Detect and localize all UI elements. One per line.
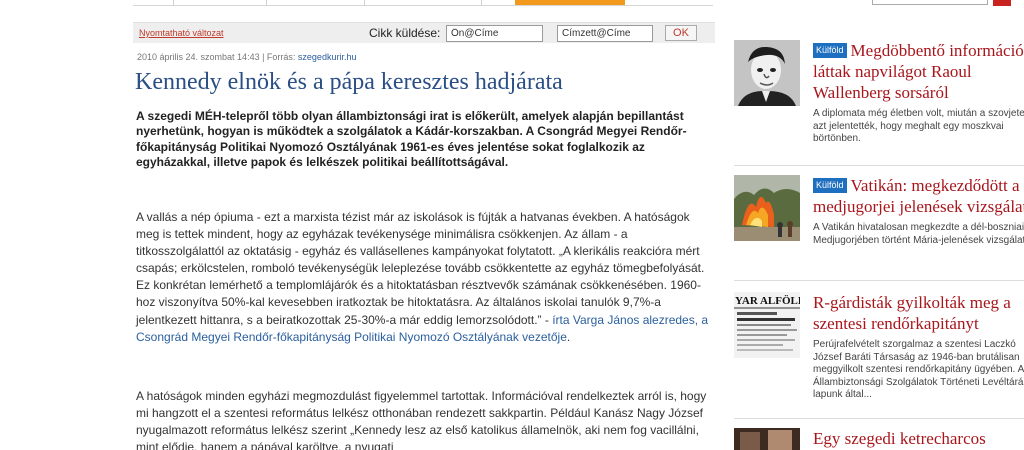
sender-email-field[interactable] [446,25,543,42]
sidebar-headline[interactable]: Külföld Vatikán: megkezdődött a medjugorj… [813,175,1024,217]
sidebar-divider [734,165,1024,166]
fire-photo-thumbnail[interactable] [734,175,800,241]
sidebar-headline[interactable]: Egy szegedi ketrecharcos [813,428,1024,449]
recipient-email-field[interactable] [557,25,653,42]
menu-separator [173,0,174,6]
category-tag[interactable]: Külföld [813,178,847,193]
top-search-input[interactable] [872,0,988,5]
portrait-photo-thumbnail[interactable] [734,40,800,106]
sidebar-article-cagefighter[interactable]: Egy szegedi ketrecharcos [734,428,1024,450]
sidebar-divider [734,418,1024,419]
menu-separator [266,0,267,6]
sidebar-description: A Vatikán hivatalosan megkezdte a dél-bo… [813,222,1024,246]
top-navigation-strip [0,0,1024,8]
sidebar-article-szentes[interactable]: YAR ALFÖLD R-gárdisták gyilkolták meg a … [734,292,1024,412]
article-title: Kennedy elnök és a pápa keresztes hadjár… [135,69,563,95]
photo-thumbnail[interactable] [734,428,800,450]
article-toolbar: Nyomtatható változat Cikk küldése: OK [133,22,715,43]
send-article-label: Cikk küldése: [369,26,441,40]
active-menu-item[interactable] [515,0,625,5]
article-paragraph: A vallás a nép ópiuma - ezt a marxista t… [136,209,716,346]
article-date: 2010 április 24. szombat 14:43 | Forrás: [137,52,298,62]
article-paragraph: A hatóságok minden egyházi megmozdulást … [136,389,707,450]
newspaper-photo: YAR ALFÖLD [734,292,800,358]
fire-photo [734,175,800,241]
photo [734,428,800,450]
sidebar-description: Perújrafelvételt szorgalmaz a szentesi L… [813,339,1024,401]
paragraph-text: A vallás a nép ópiuma - ezt a marxista t… [136,210,705,327]
sidebar-description: A diplomata még életben volt, miután a s… [813,108,1024,145]
category-tag[interactable]: Külföld [813,43,847,58]
sidebar-article-medjugorje[interactable]: Külföld Vatikán: megkezdődött a medjugorj… [734,175,1024,265]
menu-separator [364,0,365,6]
menu-separator [481,0,482,6]
top-search-button[interactable] [993,0,1011,6]
article-meta: 2010 április 24. szombat 14:43 | Forrás:… [137,52,356,62]
article-source-link[interactable]: szegedkurir.hu [298,52,357,62]
sidebar-article-wallenberg[interactable]: Külföld Megdöbbentő információk láttak na… [734,40,1024,152]
portrait-photo [734,40,800,106]
sidebar-headline[interactable]: Külföld Megdöbbentő információk láttak na… [813,40,1024,103]
sidebar-divider [734,280,1024,281]
newspaper-masthead: YAR ALFÖLD [735,294,800,307]
paragraph-end: . [566,329,571,344]
main-menu-bar [133,0,713,6]
print-version-link[interactable]: Nyomtatható változat [139,28,224,38]
newspaper-photo-thumbnail[interactable]: YAR ALFÖLD [734,292,800,358]
article-lead: A szegedi MÉH-telepről több olyan államb… [136,109,687,170]
send-ok-button[interactable]: OK [665,25,697,41]
sidebar-headline[interactable]: R-gárdisták gyilkolták meg a szentesi re… [813,292,1024,334]
